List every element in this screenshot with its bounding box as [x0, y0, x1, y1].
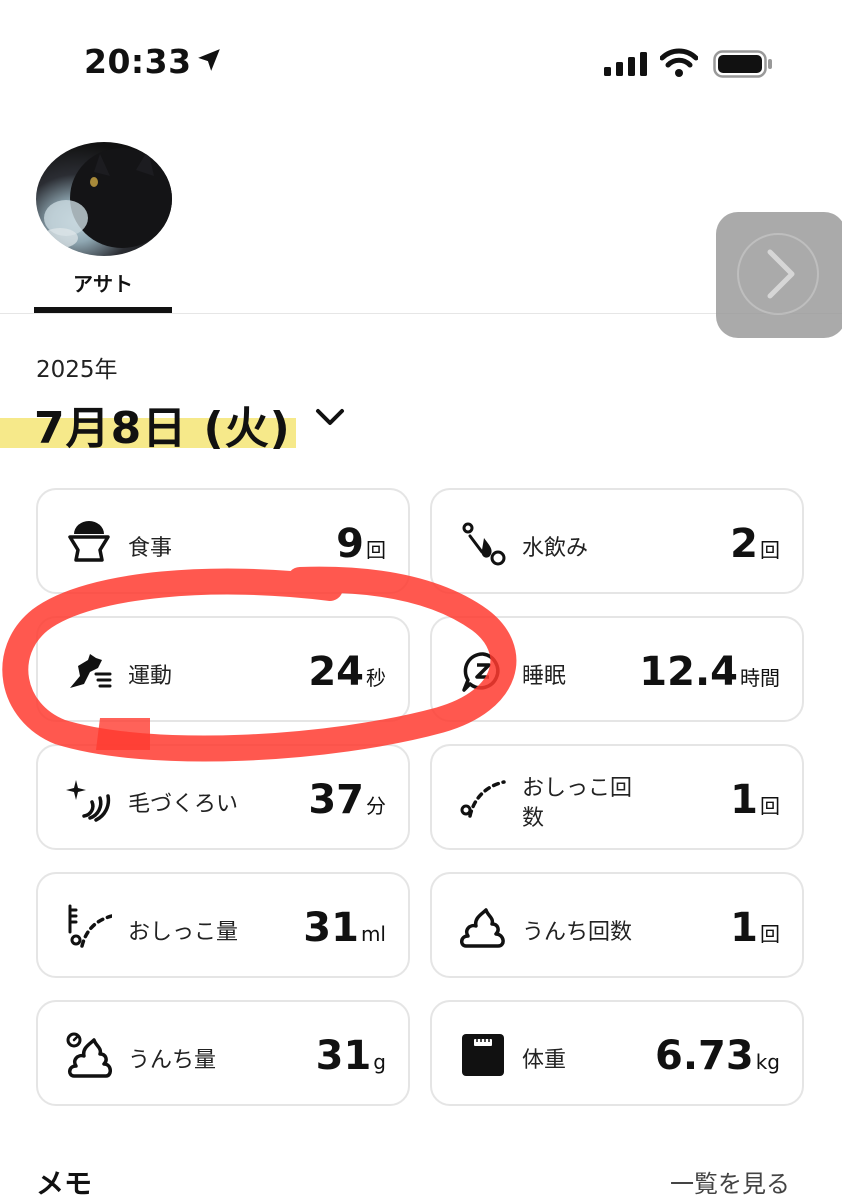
card-label: うんち回数: [522, 920, 633, 945]
card-value: 1: [730, 777, 758, 823]
pet-tab[interactable]: アサト: [34, 142, 172, 314]
card-label: おしっこ量: [128, 920, 239, 945]
card-label: おしっこ回数: [522, 776, 633, 831]
card-label: 睡眠: [522, 664, 567, 689]
location-arrow-icon: [198, 49, 220, 71]
pet-avatar: [36, 142, 172, 256]
chevron-right-icon: [737, 233, 819, 315]
date-selector[interactable]: 7月8日 (火): [34, 392, 291, 456]
grooming-icon: [66, 780, 111, 822]
card-label: 毛づくろい: [128, 792, 239, 817]
card-sleep[interactable]: 睡眠 12.4 時間: [430, 616, 804, 722]
card-unit: 回: [760, 922, 780, 946]
bowl-icon: [68, 521, 110, 562]
status-time: 20:33: [84, 42, 192, 81]
card-label: 食事: [128, 536, 173, 561]
card-unit: g: [373, 1050, 386, 1074]
card-value: 31: [315, 1033, 372, 1079]
card-unit: 回: [760, 794, 780, 818]
wifi-icon: [660, 48, 698, 77]
card-unit: 回: [366, 538, 386, 562]
battery-icon: [713, 50, 772, 78]
pee-count-icon: [460, 780, 506, 818]
pet-name: アサト: [73, 272, 133, 296]
card-poop-count[interactable]: うんち回数 1回: [430, 872, 804, 978]
card-pee-volume[interactable]: おしっこ量 31 ml: [36, 872, 410, 978]
card-value: 6.73: [655, 1033, 754, 1079]
poop-icon: [460, 908, 505, 948]
card-value: 31: [303, 905, 359, 951]
card-unit: 時間: [740, 666, 780, 690]
card-poop-weight[interactable]: うんち量 31 g: [36, 1000, 410, 1106]
card-value: 37: [308, 777, 364, 823]
card-label: うんち量: [128, 1048, 217, 1073]
card-water[interactable]: 水飲み 2回: [430, 488, 804, 594]
card-value: 2: [730, 521, 758, 567]
cellular-signal-icon: [604, 52, 647, 76]
card-unit: ml: [360, 922, 386, 946]
card-value: 12.4: [639, 649, 738, 695]
card-label: 水飲み: [522, 536, 589, 561]
card-label: 体重: [522, 1048, 567, 1073]
card-unit: 分: [366, 794, 386, 818]
card-grooming[interactable]: 毛づくろい 37 分: [36, 744, 410, 850]
running-cat-icon: [70, 654, 112, 688]
card-label: 運動: [128, 664, 173, 689]
water-drop-icon: [462, 522, 506, 566]
card-unit: 回: [760, 538, 780, 562]
card-unit: kg: [755, 1050, 780, 1074]
card-value: 9: [336, 521, 364, 567]
memo-title: メモ: [36, 1167, 93, 1200]
year-label: 2025年: [36, 357, 118, 383]
card-value: 24: [308, 649, 364, 695]
next-pet-button[interactable]: [716, 212, 842, 338]
poop-weight-icon: [66, 1032, 112, 1078]
pee-volume-icon: [68, 904, 112, 948]
card-pee-count[interactable]: おしっこ回数 1回: [430, 744, 804, 850]
cat-photo-icon: [42, 148, 172, 248]
card-value: 1: [730, 905, 758, 951]
card-meal[interactable]: 食事 9回: [36, 488, 410, 594]
view-all-link[interactable]: 一覧を見る: [670, 1164, 790, 1199]
sleep-icon: [462, 652, 500, 692]
status-bar: 20:33: [0, 0, 842, 110]
card-unit: 秒: [366, 666, 386, 690]
scale-icon: [462, 1034, 504, 1076]
card-exercise[interactable]: 運動 24 秒: [36, 616, 410, 722]
card-weight[interactable]: 体重 6.73 kg: [430, 1000, 804, 1106]
chevron-down-icon[interactable]: [313, 402, 347, 432]
